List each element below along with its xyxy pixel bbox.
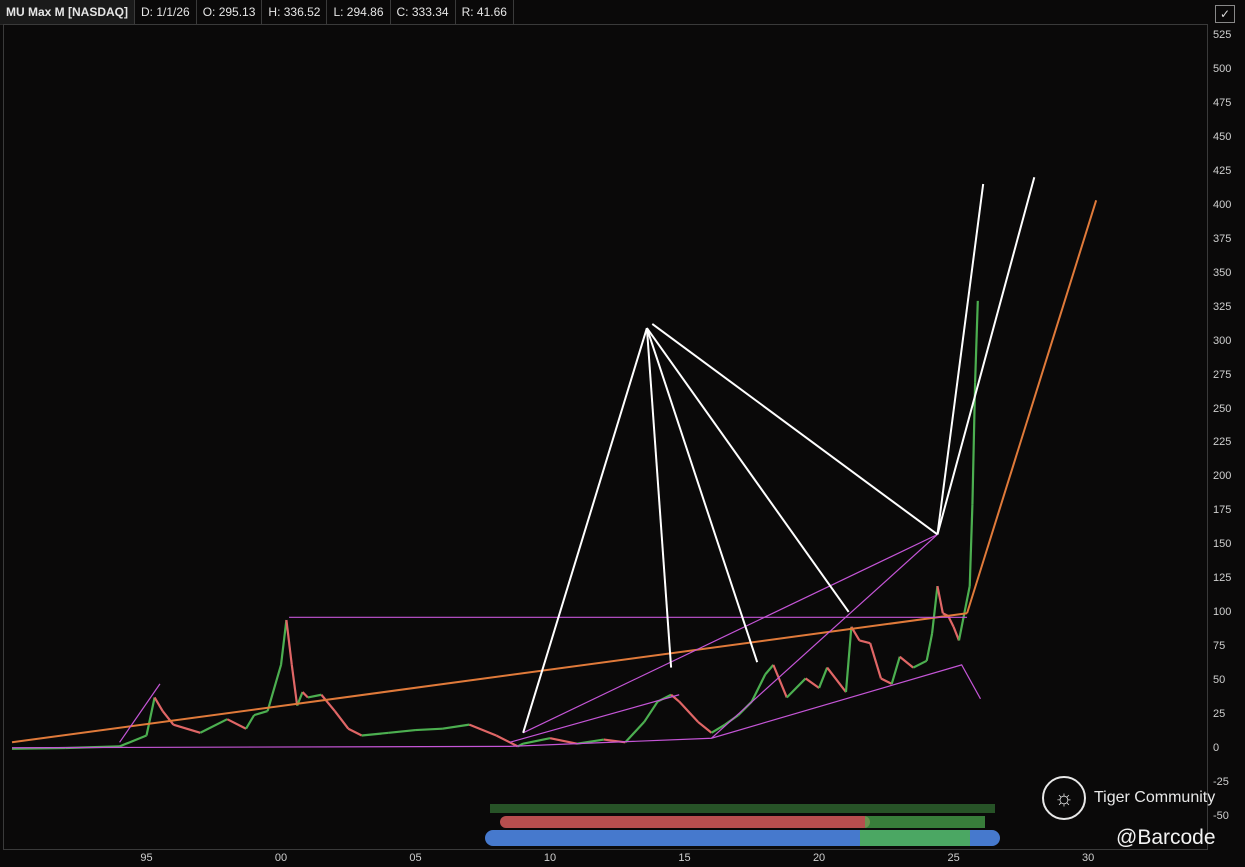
price-segment — [266, 664, 283, 712]
price-segment — [333, 710, 350, 730]
price-segment — [952, 626, 960, 641]
white-trendline[interactable] — [522, 327, 648, 734]
magenta-trendline[interactable] — [711, 534, 938, 739]
watermark-brand: Tiger Community — [1094, 789, 1216, 806]
price-segment — [361, 731, 389, 737]
x-tick-label: 15 — [678, 852, 691, 864]
y-tick-label: 50 — [1213, 674, 1226, 687]
price-segment — [468, 723, 497, 737]
price-segment — [307, 693, 322, 699]
event-row-green-3 — [860, 830, 970, 846]
price-segment — [925, 633, 934, 662]
price-segment — [279, 619, 288, 666]
y-tick-label: 375 — [1213, 232, 1232, 245]
x-tick-label: 95 — [140, 852, 153, 864]
price-segment — [818, 667, 829, 689]
price-segment — [930, 585, 939, 634]
price-segment — [173, 723, 201, 734]
price-segment — [804, 677, 820, 689]
y-tick-label: 425 — [1213, 164, 1232, 177]
price-chart-svg[interactable] — [0, 0, 1245, 867]
price-segment — [245, 714, 256, 730]
event-row-green-2 — [865, 816, 985, 828]
price-segment — [415, 727, 443, 732]
x-tick-label: 05 — [409, 852, 422, 864]
x-tick-label: 10 — [543, 852, 557, 864]
y-tick-label: 100 — [1213, 606, 1232, 619]
y-tick-label: 125 — [1213, 572, 1232, 585]
price-segment — [290, 664, 299, 706]
price-segment — [347, 727, 363, 737]
price-segment — [968, 504, 974, 587]
price-segment — [890, 656, 901, 685]
x-tick-label: 25 — [947, 852, 960, 864]
author-handle: @Barcode — [1116, 826, 1216, 849]
price-segment — [678, 700, 699, 723]
y-tick-label: 500 — [1213, 62, 1232, 75]
price-segment — [301, 691, 309, 699]
chart-window: MU Max M [NASDAQ] D: 1/1/26 O: 295.13 H:… — [0, 0, 1245, 867]
price-segment — [936, 585, 944, 614]
y-tick-label: 400 — [1213, 198, 1232, 211]
event-markers[interactable] — [480, 804, 1010, 850]
y-tick-label: 175 — [1213, 504, 1232, 517]
y-tick-label: 150 — [1213, 538, 1232, 551]
white-trendline[interactable] — [651, 323, 939, 536]
white-trendline[interactable] — [645, 327, 673, 668]
price-segment — [442, 723, 470, 730]
price-segment — [750, 673, 767, 703]
price-segment — [253, 710, 268, 717]
price-segment — [974, 300, 979, 383]
y-tick-label: 450 — [1213, 130, 1232, 143]
y-tick-label: 225 — [1213, 436, 1232, 449]
price-segment — [912, 659, 928, 669]
event-row-red — [500, 816, 870, 828]
y-tick-label: 525 — [1213, 29, 1232, 41]
y-tick-label: 475 — [1213, 96, 1232, 109]
price-segment — [899, 655, 914, 669]
price-segment — [153, 696, 164, 712]
white-trendline[interactable] — [936, 176, 1036, 535]
price-segment — [869, 642, 883, 679]
y-tick-label: 0 — [1213, 742, 1220, 755]
event-row-green — [490, 804, 995, 813]
price-segment — [880, 677, 893, 685]
price-segment — [388, 728, 416, 734]
y-tick-label: 325 — [1213, 300, 1232, 313]
price-segment — [624, 721, 646, 744]
magenta-trendline[interactable] — [509, 694, 680, 743]
price-segment — [697, 721, 713, 734]
y-tick-label: 300 — [1213, 334, 1232, 347]
white-trendline[interactable] — [646, 327, 850, 613]
x-tick-label: 30 — [1081, 852, 1095, 864]
watermark: ☼ Tiger Community — [1042, 776, 1215, 820]
tiger-community-logo-icon: ☼ — [1042, 776, 1086, 820]
white-trendline[interactable] — [645, 327, 759, 663]
price-segment — [764, 664, 775, 676]
y-tick-label: 25 — [1213, 708, 1226, 721]
price-segment — [285, 619, 293, 666]
y-tick-label: 200 — [1213, 470, 1232, 483]
y-tick-label: -50 — [1213, 810, 1229, 822]
y-tick-label: 250 — [1213, 402, 1232, 415]
price-segment — [549, 737, 578, 745]
price-segment — [786, 677, 807, 699]
x-tick-label: 20 — [812, 852, 826, 864]
y-tick-label: -25 — [1213, 776, 1229, 789]
orange-trendline[interactable] — [966, 200, 1098, 614]
price-segment — [320, 694, 336, 712]
price-segment — [844, 626, 853, 693]
price-segment — [226, 718, 247, 730]
price-segment — [522, 737, 551, 745]
price-segment — [145, 697, 156, 736]
magenta-trendline[interactable] — [119, 683, 161, 743]
price-segment — [859, 639, 871, 645]
x-tick-label: 00 — [274, 852, 288, 864]
price-segment — [826, 666, 847, 693]
y-tick-label: 275 — [1213, 368, 1232, 381]
y-tick-label: 350 — [1213, 266, 1232, 279]
magenta-trendline[interactable] — [522, 533, 938, 734]
price-segment — [199, 718, 228, 734]
y-tick-label: 75 — [1213, 640, 1226, 653]
